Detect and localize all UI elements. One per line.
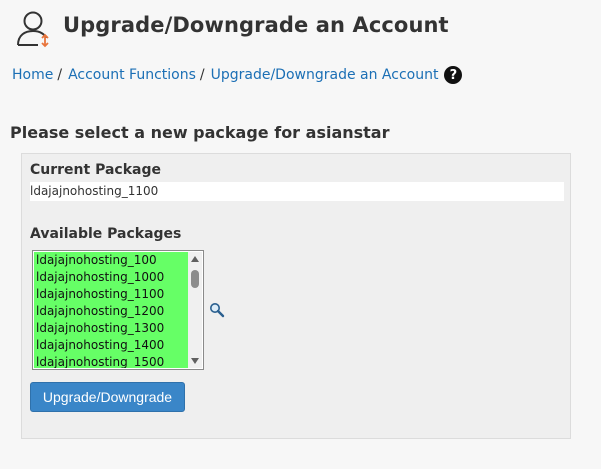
- question-circle-icon[interactable]: ?: [444, 66, 463, 84]
- list-item[interactable]: ldajajnohosting_1200: [34, 303, 189, 320]
- current-package-label: Current Package: [30, 162, 161, 178]
- page-header: [13, 8, 53, 50]
- list-item[interactable]: ldajajnohosting_1100: [34, 286, 189, 303]
- breadcrumb-separator: /: [199, 67, 205, 83]
- breadcrumb-separator: /: [57, 67, 63, 83]
- package-list: ldajajnohosting_100 ldajajnohosting_1000…: [34, 252, 189, 368]
- list-item[interactable]: ldajajnohosting_1000: [34, 269, 189, 286]
- breadcrumb-upgrade-downgrade[interactable]: Upgrade/Downgrade an Account: [211, 67, 439, 83]
- list-item[interactable]: ldajajnohosting_1400: [34, 337, 189, 354]
- current-package-value: ldajajnohosting_1100: [30, 182, 564, 201]
- upgrade-downgrade-button[interactable]: Upgrade/Downgrade: [30, 382, 185, 412]
- breadcrumb-home[interactable]: Home: [12, 67, 53, 83]
- available-packages-label: Available Packages: [30, 226, 182, 242]
- section-heading: Please select a new package for asiansta…: [10, 123, 390, 142]
- magnifier-icon[interactable]: [209, 302, 225, 318]
- user-switch-icon: [13, 8, 53, 50]
- page-title: Upgrade/Downgrade an Account: [63, 13, 449, 37]
- listbox-scrollbar[interactable]: [188, 252, 202, 368]
- breadcrumb-account-functions[interactable]: Account Functions: [68, 67, 196, 83]
- list-item[interactable]: ldajajnohosting_1500: [34, 354, 189, 368]
- scroll-thumb[interactable]: [191, 270, 199, 288]
- list-item[interactable]: ldajajnohosting_100: [34, 252, 189, 269]
- breadcrumb: Home / Account Functions / Upgrade/Downg…: [12, 66, 463, 84]
- scroll-down-arrow-icon[interactable]: [188, 354, 202, 368]
- scroll-up-arrow-icon[interactable]: [188, 252, 202, 266]
- package-form-panel: Current Package ldajajnohosting_1100 Ava…: [21, 153, 571, 439]
- available-packages-listbox[interactable]: ldajajnohosting_100 ldajajnohosting_1000…: [32, 250, 204, 370]
- list-item[interactable]: ldajajnohosting_1300: [34, 320, 189, 337]
